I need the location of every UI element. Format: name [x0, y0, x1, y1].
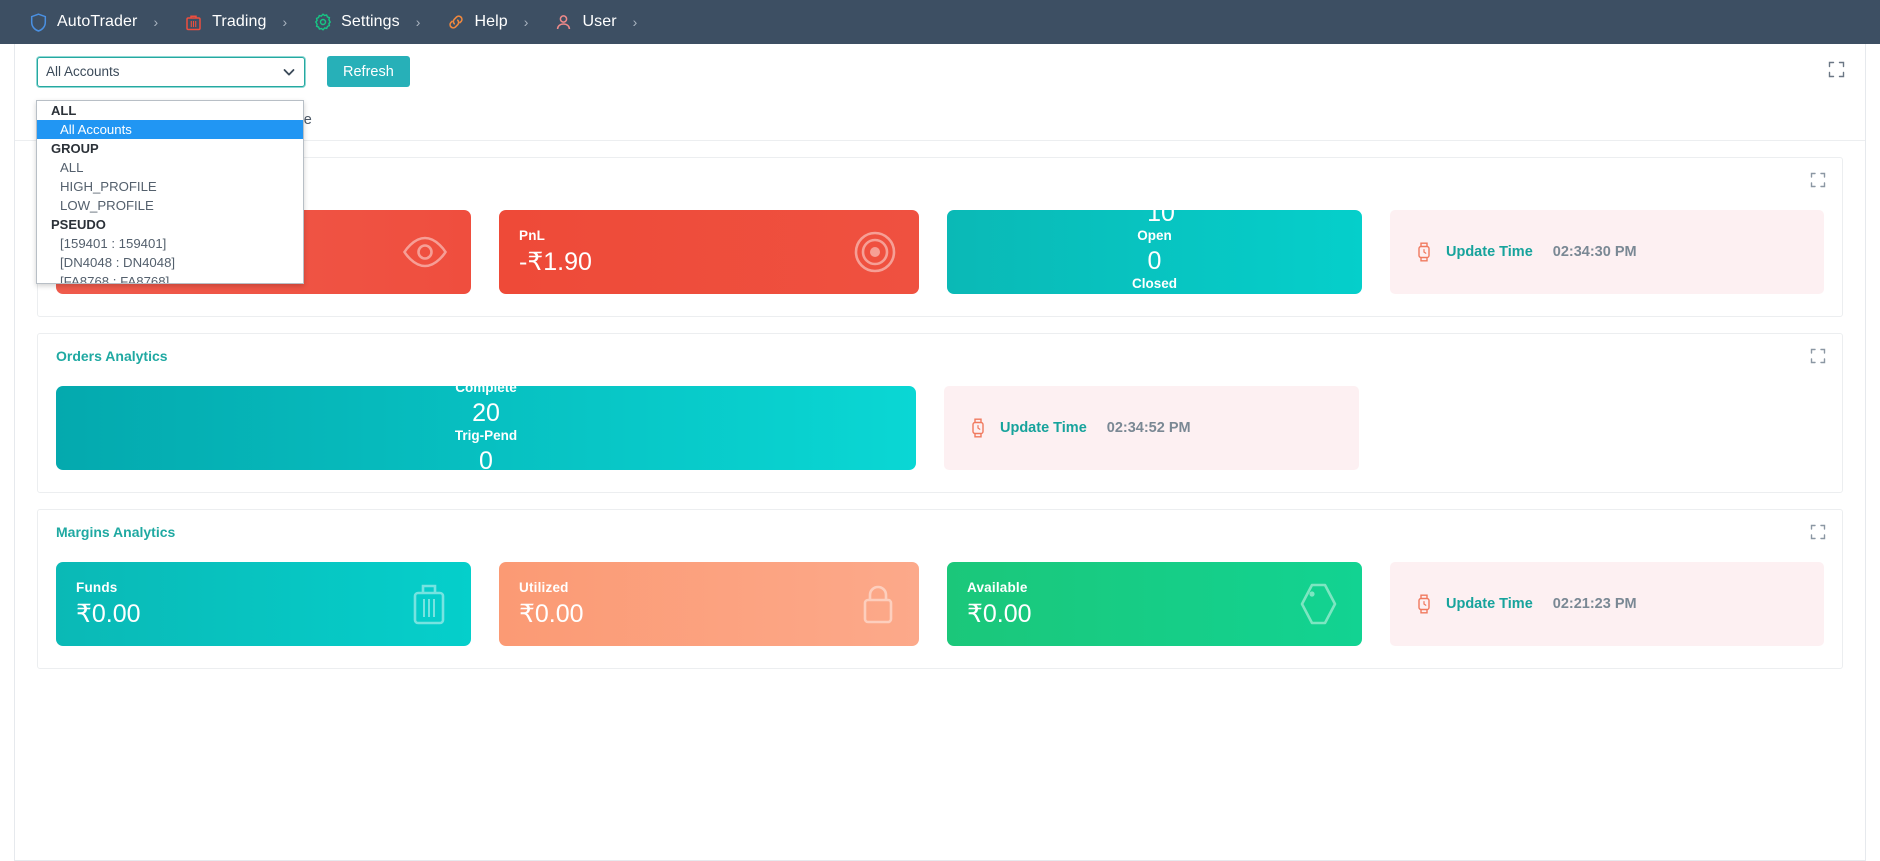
available-card-label: Available — [967, 579, 1028, 595]
positions-count-closed-header: Closed — [1131, 276, 1177, 291]
positions-count-total-value: 10 — [1147, 210, 1175, 227]
orders-panel-title: Orders Analytics — [56, 348, 168, 364]
available-card-value: ₹0.00 — [967, 599, 1032, 628]
margins-update-time-card: Update Time 02:21:23 PM — [1390, 562, 1824, 646]
eye-icon — [401, 235, 449, 269]
margins-panel-title: Margins Analytics — [56, 524, 176, 540]
nav-item-user[interactable]: User › — [541, 0, 650, 44]
account-dropdown-list[interactable]: ALL All Accounts GROUP ALL HIGH_PROFILE LOW_P… — [36, 100, 304, 284]
chevron-right-icon: › — [632, 14, 638, 30]
user-icon — [554, 13, 573, 32]
margins-analytics-panel: Margins Analytics Funds ₹0.00 Utilized ₹… — [37, 509, 1843, 669]
dropdown-option[interactable]: All Accounts — [37, 120, 303, 139]
funds-card: Funds ₹0.00 — [56, 562, 471, 646]
margins-update-time: 02:21:23 PM — [1552, 596, 1637, 612]
nav-label-trading: Trading — [212, 13, 267, 30]
nav-item-help[interactable]: Help › — [433, 0, 541, 44]
target-icon — [853, 230, 897, 274]
tag-icon — [1298, 581, 1340, 627]
nav-label-user: User — [582, 13, 617, 30]
orders-analytics-panel: Orders Analytics Total 24 Open 0 Complet… — [37, 333, 1843, 493]
nav-label-autotrader: AutoTrader — [57, 13, 138, 30]
orders-cards-row: Total 24 Open 0 Complete 20 Trig-Pend 0 … — [56, 386, 1824, 470]
watch-icon — [1416, 593, 1432, 615]
positions-analytics-panel: Positions Analytics MTM -₹1.90 PnL -₹1.9… — [37, 157, 1843, 317]
orders-count-trigpend-header: Trig-Pend — [454, 428, 518, 443]
chevron-right-icon: › — [415, 14, 421, 30]
nav-item-settings[interactable]: Settings › — [300, 0, 433, 44]
watch-icon — [1416, 241, 1432, 263]
orders-count-trigpend-value: 0 — [479, 447, 493, 470]
account-select-wrapper: All Accounts — [37, 56, 305, 87]
positions-count-total: Total 10 — [1117, 210, 1191, 228]
lock-icon — [859, 581, 897, 627]
orders-count-complete-value: 20 — [472, 399, 500, 427]
shield-icon — [29, 12, 48, 32]
positions-count-open-value: 0 — [1147, 247, 1162, 275]
briefcase-icon — [184, 13, 203, 32]
expand-icon[interactable] — [1810, 348, 1826, 364]
dropdown-option[interactable]: LOW_PROFILE — [37, 196, 303, 215]
pnl-card-label: PnL — [519, 227, 546, 243]
chevron-right-icon: › — [282, 14, 288, 30]
positions-update-time: 02:34:30 PM — [1552, 244, 1637, 260]
positions-panel-title: Positions Analytics — [56, 172, 1824, 188]
account-select[interactable]: All Accounts — [37, 56, 305, 87]
dropdown-option[interactable]: [DN4048 : DN4048] — [37, 253, 303, 272]
positions-cards-row: MTM -₹1.90 PnL -₹1.90 Total 10 Op — [56, 210, 1824, 294]
orders-update-time-card: Update Time 02:34:52 PM — [944, 386, 1359, 470]
orders-update-label: Update Time — [1000, 420, 1087, 436]
dropdown-group-header: GROUP — [51, 141, 99, 156]
utilized-card-value: ₹0.00 — [519, 599, 584, 628]
utilized-card: Utilized ₹0.00 — [499, 562, 919, 646]
link-icon — [446, 13, 465, 32]
positions-counts-card: Total 10 Open 0 Closed 10 — [947, 210, 1362, 294]
dropdown-option[interactable]: [159401 : 159401] — [37, 234, 303, 253]
margins-update-label: Update Time — [1446, 596, 1533, 612]
orders-update-time: 02:34:52 PM — [1106, 420, 1191, 436]
account-select-value: All Accounts — [46, 64, 120, 79]
dropdown-group-header: ALL — [51, 103, 77, 118]
dropdown-option[interactable]: [FA8768 : FA8768] — [37, 272, 303, 283]
gear-icon — [313, 13, 332, 32]
positions-update-label: Update Time — [1446, 244, 1533, 260]
chevron-right-icon: › — [153, 14, 159, 30]
nav-item-autotrader[interactable]: AutoTrader › — [16, 0, 171, 44]
positions-count-open-header: Open — [1137, 228, 1172, 243]
expand-icon[interactable] — [1828, 61, 1845, 78]
dropdown-group-header: PSEUDO — [51, 217, 106, 232]
orders-row-spacer — [1387, 386, 1824, 470]
chevron-down-icon — [282, 65, 296, 79]
positions-count-closed: Closed 10 — [1117, 276, 1192, 294]
orders-count-trigpend: Trig-Pend 0 — [440, 428, 532, 470]
chevron-right-icon: › — [523, 14, 529, 30]
watch-icon — [970, 417, 986, 439]
refresh-button[interactable]: Refresh — [327, 56, 410, 87]
margins-cards-row: Funds ₹0.00 Utilized ₹0.00 Available ₹0.… — [56, 562, 1824, 646]
expand-icon[interactable] — [1810, 524, 1826, 540]
orders-count-complete-header: Complete — [455, 386, 517, 395]
utilized-card-label: Utilized — [519, 579, 569, 595]
briefcase-icon — [409, 581, 449, 627]
dropdown-option[interactable]: HIGH_PROFILE — [37, 177, 303, 196]
toolbar: All Accounts Refresh — [15, 44, 1865, 99]
expand-icon[interactable] — [1810, 172, 1826, 188]
orders-counts-card: Total 24 Open 0 Complete 20 Trig-Pend 0 … — [56, 386, 916, 470]
available-card: Available ₹0.00 — [947, 562, 1362, 646]
positions-update-time-card: Update Time 02:34:30 PM — [1390, 210, 1824, 294]
pnl-card-value: -₹1.90 — [519, 247, 592, 276]
funds-card-value: ₹0.00 — [76, 599, 141, 628]
pnl-card: PnL -₹1.90 — [499, 210, 919, 294]
orders-count-complete: Complete 20 — [440, 386, 532, 428]
nav-label-settings: Settings — [341, 13, 400, 30]
nav-item-trading[interactable]: Trading › — [171, 0, 300, 44]
positions-count-open: Open 0 — [1122, 228, 1187, 276]
funds-card-label: Funds — [76, 579, 118, 595]
dropdown-option[interactable]: ALL — [37, 158, 303, 177]
top-navigation-bar: AutoTrader › Trading › Settings › Help ›… — [0, 0, 1880, 44]
nav-label-help: Help — [474, 13, 508, 30]
